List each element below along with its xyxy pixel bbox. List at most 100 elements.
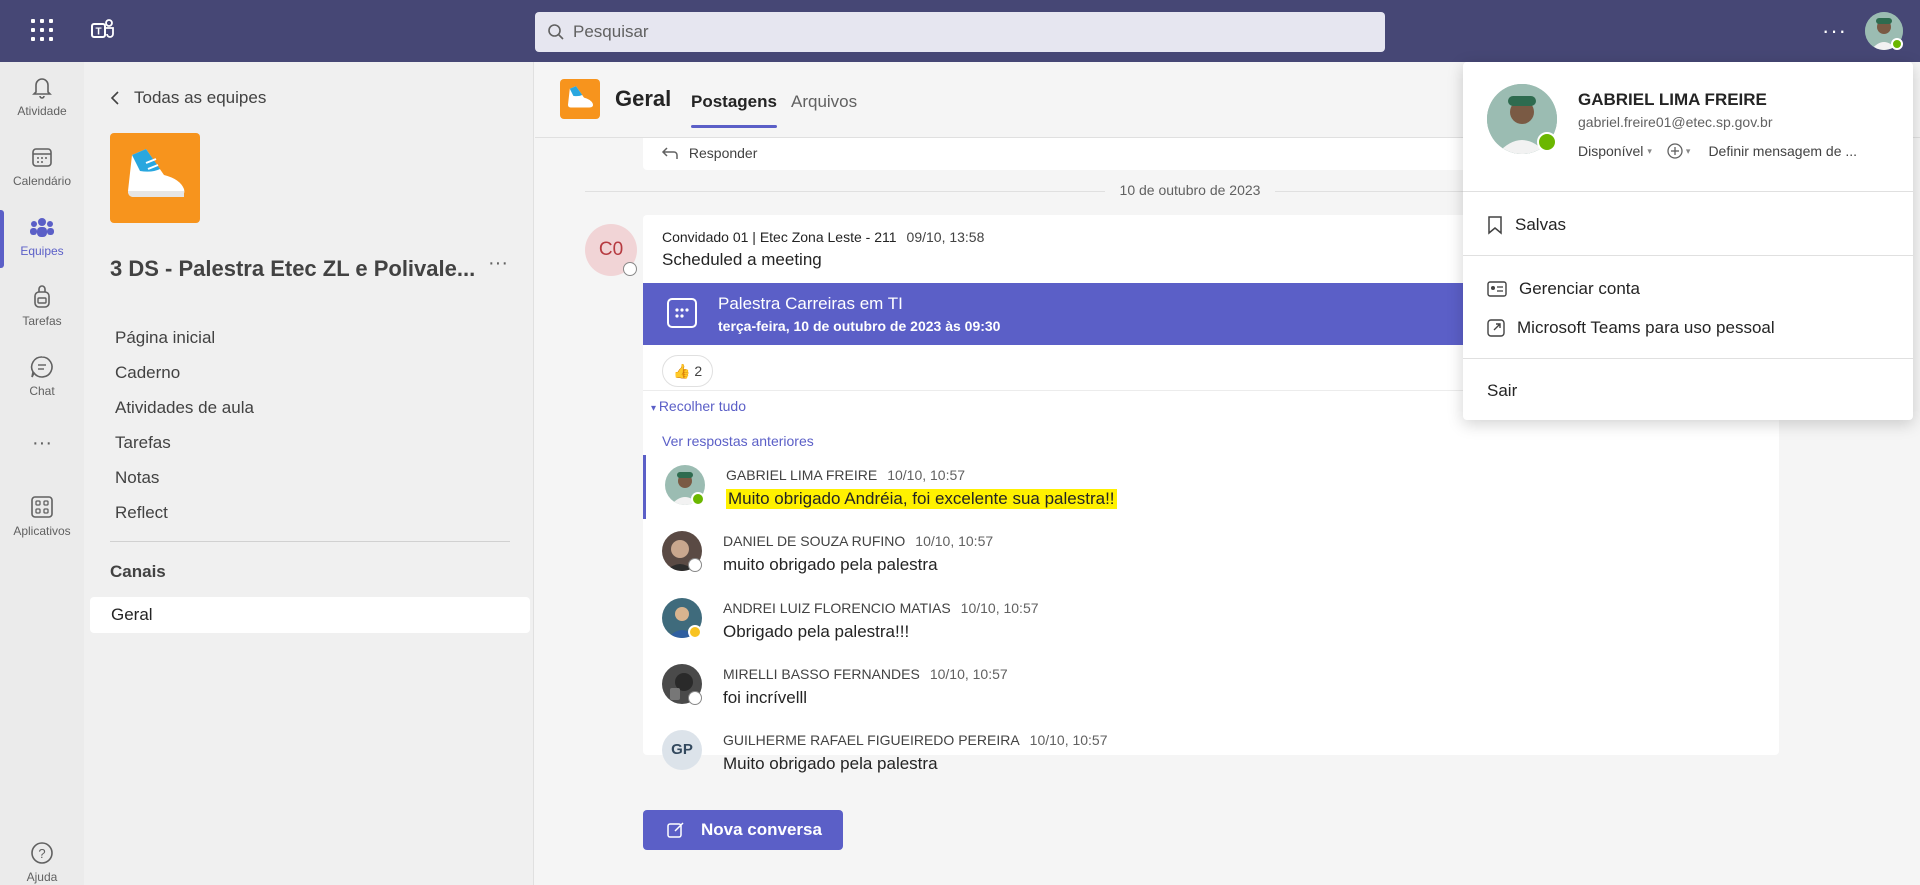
post-meta: Convidado 01 | Etec Zona Leste - 211 09/1… [662,229,984,245]
rail-calendar[interactable]: Calendário [0,138,84,200]
rail-teams[interactable]: Equipes [0,208,84,270]
available-status-icon [1891,38,1903,50]
team-nav-home[interactable]: Página inicial [115,320,254,355]
thumbs-up-icon: 👍 [673,363,691,379]
team-nav-reflect[interactable]: Reflect [115,495,254,530]
app-launcher-icon[interactable] [29,17,55,43]
rail-more-icon[interactable]: ··· [0,432,84,494]
offline-status-icon [688,558,702,572]
post-author[interactable]: Convidado 01 | Etec Zona Leste - 211 [662,229,897,245]
divider [110,541,510,542]
reply-meta: ANDREI LUIZ FLORENCIO MATIAS 10/10, 10:57 [723,600,1039,616]
new-conversation-button[interactable]: Nova conversa [643,810,843,850]
sneaker-icon [568,86,594,108]
team-nav-class-activities[interactable]: Atividades de aula [115,390,254,425]
status-dropdown[interactable]: Disponível [1578,143,1643,159]
team-nav-grades[interactable]: Notas [115,460,254,495]
rail-help[interactable]: ? Ajuda [0,834,84,885]
reply-item[interactable]: MIRELLI BASSO FERNANDES 10/10, 10:57 foi … [643,654,1779,718]
reaction-badge[interactable]: 👍 2 [662,355,714,387]
bell-icon [32,78,52,99]
reply-time: 10/10, 10:57 [887,467,966,483]
app-rail: Atividade Calendário Equipes Tarefas Cha… [0,62,84,885]
offline-status-icon [688,691,702,705]
tab-files[interactable]: Arquivos [791,92,857,112]
post-text: Scheduled a meeting [662,250,822,269]
profile-status-row: Disponível ▾ ▾ Definir mensagem de ... [1578,142,1857,160]
reply-time: 10/10, 10:57 [960,600,1039,616]
meeting-title: Palestra Carreiras em TI [718,294,903,313]
reply-item[interactable]: GABRIEL LIMA FREIRE 10/10, 10:57 Muito ob… [643,455,1779,519]
chevron-down-icon: ▾ [1647,145,1652,156]
team-panel: Todas as equipes 3 DS - Palestra Etec ZL… [84,62,534,885]
reply-author[interactable]: DANIEL DE SOUZA RUFINO [723,533,905,549]
reply-author[interactable]: MIRELLI BASSO FERNANDES [723,666,920,682]
reply-text: Muito obrigado Andréia, foi excelente su… [726,489,1117,509]
profile-email: gabriel.freire01@etec.sp.gov.br [1578,114,1773,130]
reply-author[interactable]: GABRIEL LIMA FREIRE [726,467,877,483]
bookmark-icon [1488,216,1502,235]
channel-team-logo [560,79,600,119]
manage-account-label: Gerenciar conta [1519,279,1640,298]
tab-posts[interactable]: Postagens [691,92,777,128]
reply-label: Responder [688,145,758,161]
reply-item[interactable]: DANIEL DE SOUZA RUFINO 10/10, 10:57 muito… [643,521,1779,585]
teams-logo-icon: T [91,19,114,38]
search-input[interactable] [573,22,1273,42]
rail-label: Aplicativos [13,524,71,538]
rail-activity[interactable]: Atividade [0,68,84,130]
team-more-options-button[interactable]: ··· [488,252,508,275]
svg-text:T: T [95,27,101,38]
saved-menu-item[interactable]: Salvas [1487,215,1566,235]
personal-teams-menu-item[interactable]: Microsoft Teams para uso pessoal [1487,318,1775,338]
compose-icon [667,822,684,838]
search-box[interactable] [535,12,1385,52]
divider [1463,191,1913,192]
new-conversation-label: Nova conversa [701,820,822,839]
rail-assignments[interactable]: Tarefas [0,278,84,340]
external-link-icon [1487,319,1505,337]
team-nav-assignments[interactable]: Tarefas [115,425,254,460]
team-nav-notebook[interactable]: Caderno [115,355,254,390]
reply-item[interactable]: ANDREI LUIZ FLORENCIO MATIAS 10/10, 10:57… [643,588,1779,652]
rail-label: Equipes [20,244,64,258]
collapse-all-label: Recolher tudo [658,398,746,414]
reply-meta: DANIEL DE SOUZA RUFINO 10/10, 10:57 [723,533,993,549]
reply-time: 10/10, 10:57 [915,533,994,549]
rail-apps[interactable]: Aplicativos [0,488,84,550]
channel-item-geral[interactable]: Geral [90,597,530,633]
reply-author[interactable]: GUILHERME RAFAEL FIGUEIREDO PEREIRA [723,732,1020,748]
personal-teams-label: Microsoft Teams para uso pessoal [1517,318,1775,337]
avatar[interactable]: GP [662,730,702,770]
reply-author[interactable]: ANDREI LUIZ FLORENCIO MATIAS [723,600,951,616]
id-card-icon [1487,281,1507,297]
reply-arrow-icon [661,147,678,160]
search-icon [548,24,564,40]
team-logo [110,133,200,223]
help-icon: ? [31,842,53,864]
set-status-message-button[interactable]: Definir mensagem de ... [1708,143,1857,159]
location-icon[interactable] [1666,142,1684,160]
divider [1463,358,1913,359]
sign-out-menu-item[interactable]: Sair [1487,381,1517,401]
reply-text: muito obrigado pela palestra [723,555,938,574]
settings-more-button[interactable]: ··· [1822,18,1847,44]
reply-time: 10/10, 10:57 [1029,732,1108,748]
rail-chat[interactable]: Chat [0,348,84,410]
rail-label: Chat [29,384,55,398]
all-teams-link[interactable]: Todas as equipes [110,88,266,108]
reply-item[interactable]: GP GUILHERME RAFAEL FIGUEIREDO PEREIRA 10… [643,720,1779,784]
reply-meta: MIRELLI BASSO FERNANDES 10/10, 10:57 [723,666,1008,682]
manage-account-menu-item[interactable]: Gerenciar conta [1487,279,1640,299]
rail-label: Ajuda [26,870,58,884]
see-earlier-replies-link[interactable]: Ver respostas anteriores [662,433,814,449]
reaction-count: 2 [694,363,703,379]
top-bar: T ··· [0,0,1920,62]
divider [1463,255,1913,256]
collapse-all-button[interactable]: ▾ Recolher tudo [651,398,746,414]
available-status-icon [1537,132,1557,152]
reply-meta: GABRIEL LIMA FREIRE 10/10, 10:57 [726,467,965,483]
chevron-left-icon [110,91,119,105]
channel-title: Geral [615,86,672,111]
teams-icon [30,218,54,237]
